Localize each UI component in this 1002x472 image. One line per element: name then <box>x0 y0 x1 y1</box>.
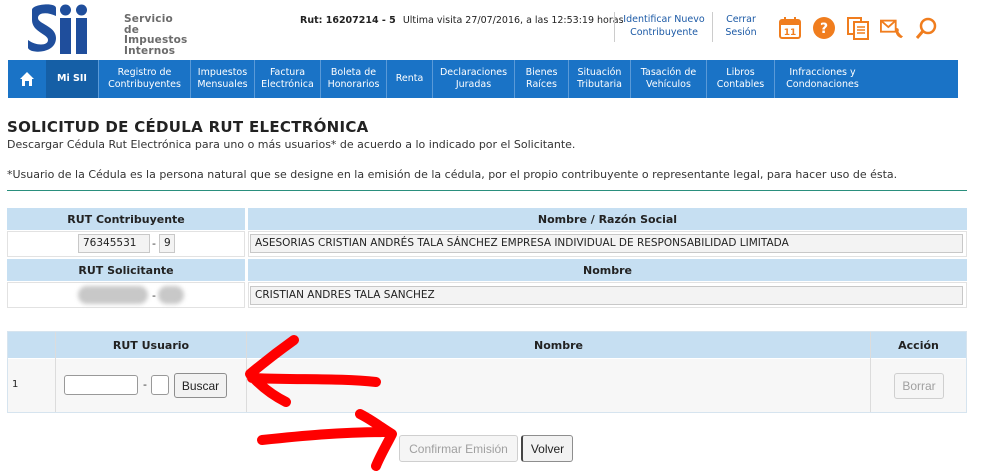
page-title: SOLICITUD DE CÉDULA RUT ELECTRÓNICA <box>7 118 369 136</box>
search-button[interactable]: Buscar <box>174 373 227 398</box>
help-icon[interactable]: ? <box>812 16 836 40</box>
mail-phone-icon[interactable] <box>880 16 904 40</box>
nav-item-mi-sii[interactable]: Mi SII <box>46 60 98 98</box>
razon-social-value: ASESORIAS CRISTIAN ANDRÉS TALA SÁNCHEZ E… <box>250 234 963 253</box>
razon-social-header: Nombre / Razón Social <box>248 208 967 230</box>
nombre-solicitante-value: CRISTIAN ANDRES TALA SANCHEZ <box>250 286 963 305</box>
nav-item-situacion-tributaria[interactable]: Situación Tributaria <box>568 60 630 98</box>
header-divider <box>614 12 615 42</box>
back-button[interactable]: Volver <box>521 435 573 462</box>
nav-item-impuestos-mensuales[interactable]: Impuestos Mensuales <box>190 60 254 98</box>
rut-contribuyente-value: 76345531 <box>78 234 150 253</box>
accion-header: Acción <box>871 332 966 358</box>
user-session-info: Rut: 16207214 - 5 Ultima visita 27/07/20… <box>300 15 624 26</box>
section-divider <box>7 190 967 191</box>
annotation-arrow-lower <box>257 409 397 471</box>
users-table: RUT Usuario Nombre Acción 1 <box>7 331 967 413</box>
dv-usuario-input[interactable] <box>151 375 169 395</box>
sii-logo[interactable]: Servicio de Impuestos Internos <box>26 2 188 58</box>
nav-item-registro-contribuyentes[interactable]: Registro de Contribuyentes <box>98 60 190 98</box>
rut-contribuyente-dv: 9 <box>159 234 175 253</box>
page-subtitle: Descargar Cédula Rut Electrónica para un… <box>7 138 576 151</box>
svg-text:11: 11 <box>784 28 797 38</box>
column-divider <box>246 332 247 412</box>
rut-solicitante-header: RUT Solicitante <box>7 259 245 281</box>
row-number-header <box>8 332 55 358</box>
rut-dash: - <box>152 237 156 250</box>
nav-item-bienes-raices[interactable]: Bienes Raíces <box>514 60 568 98</box>
nombre-usuario-header: Nombre <box>247 332 870 358</box>
nav-item-tasacion-vehiculos[interactable]: Tasación de Vehículos <box>630 60 706 98</box>
rut-dash: - <box>143 378 147 391</box>
nav-item-boleta-honorarios[interactable]: Boleta de Honorarios <box>320 60 386 98</box>
delete-button[interactable]: Borrar <box>894 373 944 399</box>
nav-item-infracciones-condonaciones[interactable]: Infracciones y Condonaciones <box>774 60 870 98</box>
column-divider <box>870 332 871 412</box>
calendar-icon[interactable]: 11 <box>778 16 802 40</box>
site-header: Servicio de Impuestos Internos Rut: 1620… <box>0 0 1002 60</box>
search-icon[interactable] <box>914 16 938 40</box>
nav-item-renta[interactable]: Renta <box>386 60 432 98</box>
nav-item-declaraciones-juradas[interactable]: Declaraciones Juradas <box>432 60 514 98</box>
rut-dash: - <box>152 289 156 302</box>
header-divider <box>712 12 713 42</box>
sii-logo-mark <box>28 4 87 54</box>
nombre-solicitante-header: Nombre <box>248 259 967 281</box>
logout-link[interactable]: Cerrar Sesión <box>720 13 762 39</box>
nav-item-libros-contables[interactable]: Libros Contables <box>706 60 774 98</box>
logo-text: Servicio de Impuestos Internos <box>124 13 188 57</box>
redacted-dv <box>158 286 184 304</box>
main-nav: Mi SII Registro de Contribuyentes Impuest… <box>8 60 958 98</box>
last-visit-text: Ultima visita 27/07/2016, a las 12:53:19… <box>402 15 624 26</box>
rut-usuario-header: RUT Usuario <box>56 332 246 358</box>
rut-label: Rut: 16207214 - 5 <box>300 15 396 26</box>
column-divider <box>55 332 56 412</box>
documents-icon[interactable] <box>846 16 870 40</box>
row-number: 1 <box>12 379 19 390</box>
rut-usuario-input[interactable] <box>64 375 138 395</box>
identify-taxpayer-link[interactable]: Identificar Nuevo Contribuyente <box>622 13 706 39</box>
home-icon[interactable] <box>8 60 46 98</box>
user-definition-note: *Usuario de la Cédula es la persona natu… <box>7 168 898 181</box>
svg-text:?: ? <box>820 21 828 37</box>
redacted-rut <box>78 286 148 304</box>
nav-item-factura-electronica[interactable]: Factura Electrónica <box>254 60 320 98</box>
confirm-emission-button[interactable]: Confirmar Emisión <box>399 435 518 462</box>
rut-contribuyente-header: RUT Contribuyente <box>7 208 245 230</box>
header-icon-bar: 11 ? <box>778 14 938 42</box>
